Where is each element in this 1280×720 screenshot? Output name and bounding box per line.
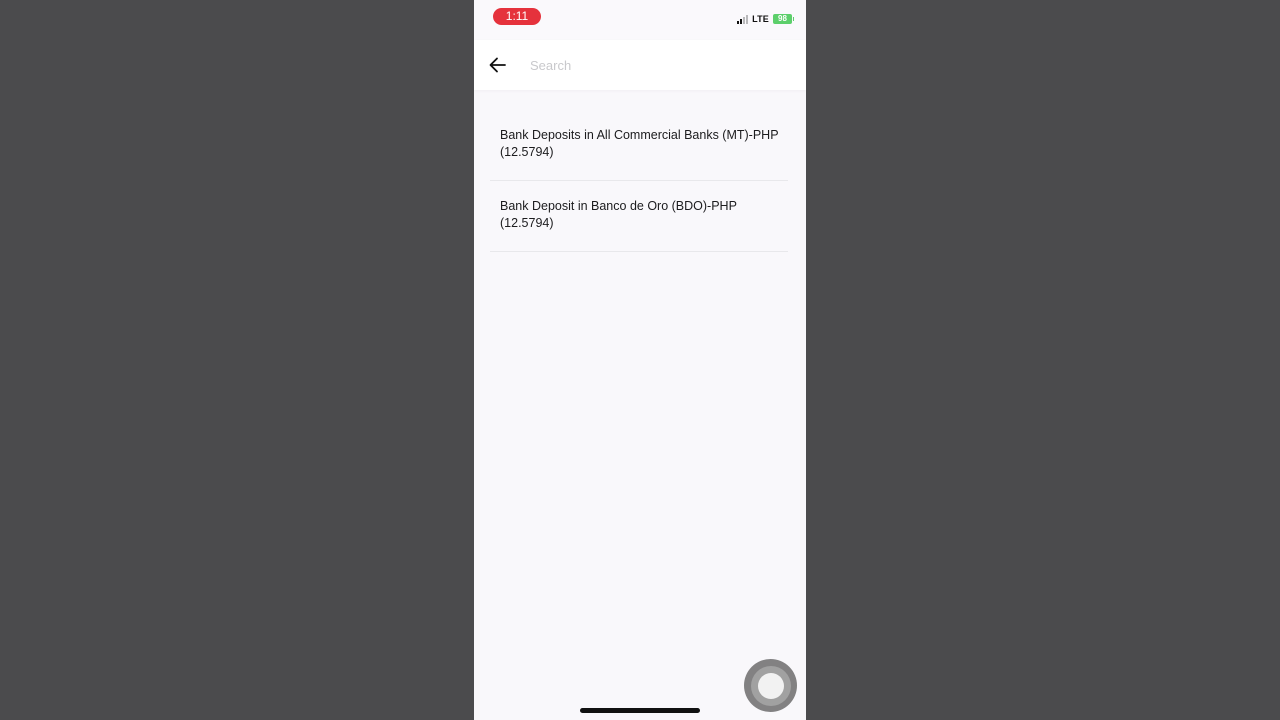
list-item[interactable]: Bank Deposit in Banco de Oro (BDO)-PHP (… — [490, 181, 788, 252]
phone-screen: 1:11 LTE 98 Bank Deposits in All Commerc — [474, 0, 806, 720]
assistive-touch-button[interactable] — [744, 659, 797, 712]
result-label: Bank Deposits in All Commercial Banks (M… — [500, 127, 800, 161]
status-bar: 1:11 LTE 98 — [474, 0, 806, 40]
signal-icon — [737, 14, 749, 24]
battery-level: 98 — [778, 14, 787, 23]
back-button[interactable] — [486, 53, 510, 77]
result-title: Bank Deposit in Banco de Oro (BDO)-PHP — [500, 199, 737, 213]
network-type: LTE — [752, 14, 769, 24]
result-rate: (12.5794) — [500, 145, 554, 159]
result-title: Bank Deposits in All Commercial Banks (M… — [500, 128, 779, 142]
battery-icon: 98 — [773, 14, 794, 24]
result-label: Bank Deposit in Banco de Oro (BDO)-PHP (… — [500, 198, 800, 232]
list-item[interactable]: Bank Deposits in All Commercial Banks (M… — [490, 110, 788, 181]
search-header — [474, 40, 806, 90]
status-indicators: LTE 98 — [737, 12, 794, 26]
back-arrow-icon — [489, 57, 506, 73]
status-time[interactable]: 1:11 — [493, 8, 541, 25]
results-list: Bank Deposits in All Commercial Banks (M… — [474, 110, 806, 252]
result-rate: (12.5794) — [500, 216, 554, 230]
assistive-touch-icon — [750, 665, 791, 706]
home-indicator[interactable] — [580, 708, 700, 713]
search-input[interactable] — [530, 54, 790, 76]
